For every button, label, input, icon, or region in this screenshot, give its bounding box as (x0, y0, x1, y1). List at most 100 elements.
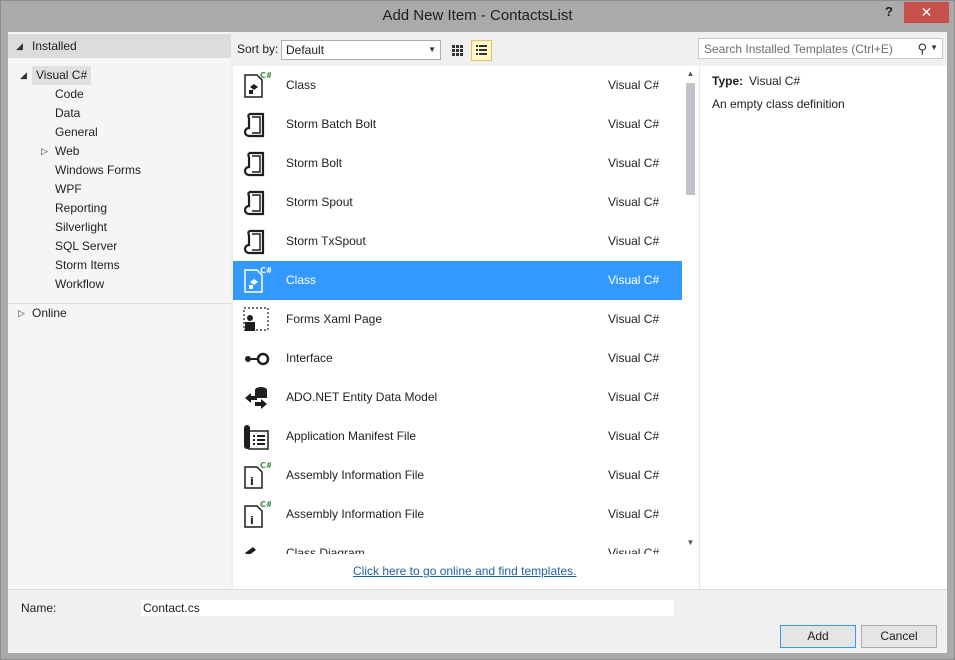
template-item[interactable]: Application Manifest File Visual C# (233, 417, 682, 456)
tree-item-reporting[interactable]: Reporting (55, 199, 107, 218)
template-list-scrollbar[interactable]: ▲ ▼ (682, 66, 699, 554)
chevron-down-icon[interactable]: ▼ (930, 43, 938, 52)
details-pane: Type: Visual C# An empty class definitio… (699, 66, 947, 589)
template-item[interactable]: Storm TxSpout Visual C# (233, 222, 682, 261)
template-item[interactable]: Forms Xaml Page Visual C# (233, 300, 682, 339)
template-item[interactable]: C# Class Visual C# (233, 66, 682, 105)
tree-item-sql-server[interactable]: SQL Server (55, 237, 117, 256)
template-language: Visual C# (608, 273, 660, 287)
xaml-page-icon (241, 305, 271, 335)
template-tree: ◢ Installed ◢ Visual C# Code Data General W… (8, 32, 231, 589)
template-item[interactable]: Interface Visual C# (233, 339, 682, 378)
template-item[interactable]: Storm Spout Visual C# (233, 183, 682, 222)
manifest-icon (241, 422, 271, 452)
template-language: Visual C# (608, 390, 660, 404)
template-item[interactable]: Storm Bolt Visual C# (233, 144, 682, 183)
svg-text:C#: C# (260, 500, 271, 509)
template-language: Visual C# (608, 117, 660, 131)
tree-installed[interactable]: ◢ Installed (8, 34, 231, 58)
interface-icon (241, 344, 271, 374)
template-list[interactable]: C# Class Visual C# Storm Batch Bolt Visual C… (233, 66, 682, 588)
template-language: Visual C# (608, 78, 660, 92)
template-name: Application Manifest File (286, 429, 417, 443)
template-item[interactable]: ADO.NET Entity Data Model Visual C# (233, 378, 682, 417)
template-item[interactable]: C# Class Visual C# (233, 261, 682, 300)
template-name: Forms Xaml Page (286, 312, 383, 326)
expanded-triangle-icon[interactable]: ◢ (16, 34, 23, 58)
sort-by-label: Sort by: (237, 42, 279, 56)
tree-item-windows-forms[interactable]: Windows Forms (55, 161, 141, 180)
scroll-up-icon[interactable]: ▲ (686, 69, 695, 78)
template-language: Visual C# (608, 195, 660, 209)
svg-text:C#: C# (260, 266, 271, 275)
svg-text:i: i (250, 475, 254, 488)
template-language: Visual C# (608, 312, 660, 326)
template-name: Storm TxSpout (286, 234, 366, 248)
scrollbar-thumb[interactable] (686, 83, 695, 195)
storm-icon (241, 227, 271, 257)
svg-text:i: i (250, 514, 254, 527)
template-name: Assembly Information File (286, 468, 425, 482)
template-name: Class (286, 78, 317, 92)
template-item[interactable]: i C# Assembly Information File Visual C# (233, 495, 682, 534)
sort-by-value: Default (286, 43, 325, 57)
tree-item-storm-items[interactable]: Storm Items (55, 256, 120, 275)
class-icon: C# (241, 71, 273, 101)
template-description: An empty class definition (712, 97, 845, 111)
tree-item-web[interactable]: Web (55, 142, 79, 161)
storm-icon (241, 188, 271, 218)
assembly-info-icon: i C# (241, 461, 273, 491)
tree-item-code[interactable]: Code (55, 85, 84, 104)
sort-by-select[interactable]: Default ▼ (281, 40, 441, 60)
template-language: Visual C# (608, 234, 660, 248)
entity-model-icon (241, 383, 271, 413)
cancel-button[interactable]: Cancel (861, 625, 937, 648)
name-bar: Name: Contact.cs Add Cancel (8, 589, 947, 653)
search-input[interactable]: Search Installed Templates (Ctrl+E) ⚲ ▼ (698, 38, 943, 59)
close-button[interactable]: ✕ (904, 2, 949, 23)
assembly-info-icon: i C# (241, 500, 273, 530)
template-name: Assembly Information File (286, 507, 425, 521)
collapsed-triangle-icon[interactable]: ▷ (41, 146, 48, 157)
expanded-triangle-icon[interactable]: ◢ (20, 70, 27, 81)
tree-item-workflow[interactable]: Workflow (55, 275, 104, 294)
tree-item-general[interactable]: General (55, 123, 98, 142)
type-label: Type: (712, 74, 744, 88)
template-item[interactable]: Storm Batch Bolt Visual C# (233, 105, 682, 144)
template-name: Storm Batch Bolt (286, 117, 377, 131)
type-value: Visual C# (749, 74, 801, 88)
tree-item-visual-csharp[interactable]: Visual C# (32, 66, 92, 85)
online-link-area: Click here to go online and find templat… (233, 554, 699, 589)
template-name: Class (286, 273, 317, 287)
template-language: Visual C# (608, 468, 660, 482)
title-bar[interactable]: Add New Item - ContactsList ? ✕ (1, 1, 954, 32)
template-language: Visual C# (608, 351, 660, 365)
tree-online[interactable]: ▷ Online (8, 303, 231, 322)
scroll-down-icon[interactable]: ▼ (686, 538, 695, 547)
template-name: Interface (286, 351, 333, 365)
tree-item-silverlight[interactable]: Silverlight (55, 218, 107, 237)
search-placeholder: Search Installed Templates (Ctrl+E) (704, 42, 893, 56)
name-label: Name: (21, 601, 57, 615)
list-view-icon (476, 45, 487, 55)
list-view-button[interactable] (471, 40, 492, 61)
template-item[interactable]: i C# Assembly Information File Visual C# (233, 456, 682, 495)
template-name: ADO.NET Entity Data Model (286, 390, 438, 404)
tree-item-data[interactable]: Data (55, 104, 80, 123)
template-language: Visual C# (608, 156, 660, 170)
dialog-title: Add New Item - ContactsList (382, 7, 573, 24)
storm-icon (241, 149, 271, 179)
help-button[interactable]: ? (879, 4, 899, 22)
template-name: Storm Spout (286, 195, 353, 209)
dialog-client: ◢ Installed ◢ Visual C# Code Data General W… (8, 32, 947, 653)
svg-text:C#: C# (260, 71, 271, 80)
tree-item-wpf[interactable]: WPF (55, 180, 82, 199)
search-icon[interactable]: ⚲ (917, 41, 927, 57)
add-button[interactable]: Add (780, 625, 856, 648)
add-new-item-dialog: Add New Item - ContactsList ? ✕ ◢ Instal… (0, 0, 955, 660)
collapsed-triangle-icon[interactable]: ▷ (18, 304, 25, 323)
online-templates-link[interactable]: Click here to go online and find templat… (353, 564, 576, 578)
small-icons-view-button[interactable] (447, 40, 468, 61)
template-language: Visual C# (608, 429, 660, 443)
name-field[interactable]: Contact.cs (140, 599, 675, 617)
